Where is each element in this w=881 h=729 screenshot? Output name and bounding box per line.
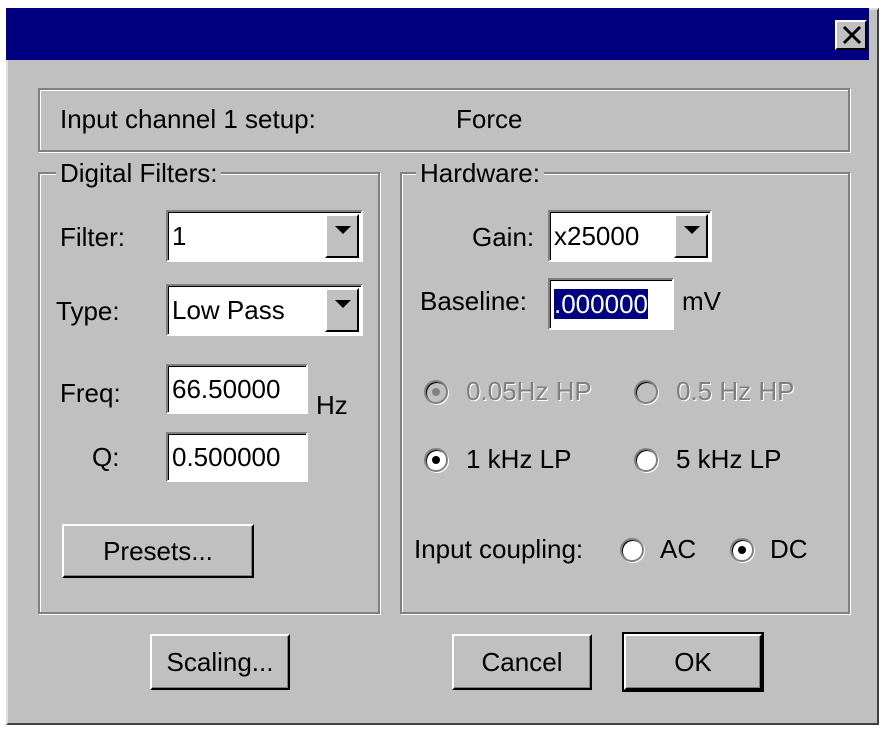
q-label: Q: (92, 442, 120, 472)
hardware-title: Hardware: (416, 158, 544, 189)
type-label: Type: (56, 296, 120, 326)
q-input[interactable]: 0.500000 (166, 432, 308, 482)
radio-dot (432, 388, 440, 396)
coupling-dc-radio[interactable] (730, 538, 754, 562)
ok-button[interactable]: OK (622, 632, 764, 692)
chevron-down-icon[interactable] (674, 214, 708, 258)
freq-input[interactable]: 66.50000 (166, 364, 308, 414)
type-value: Low Pass (172, 295, 285, 325)
close-button[interactable] (835, 20, 867, 50)
hp-05-label: 0.5 Hz HP (676, 376, 795, 406)
lp-5khz-radio[interactable] (634, 448, 658, 472)
cancel-button[interactable]: Cancel (452, 634, 592, 690)
radio-dot (738, 546, 746, 554)
coupling-ac-label[interactable]: AC (660, 534, 696, 565)
lp-1khz-radio[interactable] (424, 448, 448, 472)
freq-value: 66.50000 (172, 374, 281, 404)
chevron-down-icon[interactable] (325, 288, 359, 332)
gain-value: x25000 (554, 221, 640, 251)
gain-select[interactable]: x25000 (548, 210, 712, 262)
freq-label: Freq: (60, 378, 121, 408)
filter-value: 1 (172, 221, 187, 251)
filter-label: Filter: (60, 222, 125, 252)
baseline-label: Baseline: (420, 286, 527, 316)
coupling-ac-radio[interactable] (620, 538, 644, 562)
lp-1khz-label[interactable]: 1 kHz LP (466, 444, 572, 475)
coupling-label: Input coupling: (414, 534, 584, 564)
coupling-dc-label[interactable]: DC (770, 534, 808, 565)
freq-unit: Hz (316, 390, 348, 420)
q-value: 0.500000 (172, 442, 281, 472)
filter-select[interactable]: 1 (166, 210, 363, 262)
radio-dot (432, 456, 440, 464)
title-bar (6, 8, 869, 60)
hp-005-radio (424, 380, 448, 404)
close-icon (842, 25, 862, 45)
baseline-value: .000000 (554, 289, 648, 319)
baseline-input[interactable]: .000000 (548, 278, 674, 330)
lp-5khz-label[interactable]: 5 kHz LP (676, 444, 782, 475)
hp-05-radio (634, 380, 658, 404)
channel-name: Force (456, 104, 523, 134)
baseline-unit: mV (682, 286, 721, 316)
digital-filters-title: Digital Filters: (56, 158, 222, 189)
type-select[interactable]: Low Pass (166, 284, 363, 336)
presets-button[interactable]: Presets... (62, 524, 254, 578)
header-label: Input channel 1 setup: (60, 104, 316, 134)
gain-label: Gain: (472, 222, 535, 252)
scaling-button[interactable]: Scaling... (150, 634, 290, 690)
hp-005-label: 0.05Hz HP (466, 376, 592, 406)
chevron-down-icon[interactable] (325, 214, 359, 258)
